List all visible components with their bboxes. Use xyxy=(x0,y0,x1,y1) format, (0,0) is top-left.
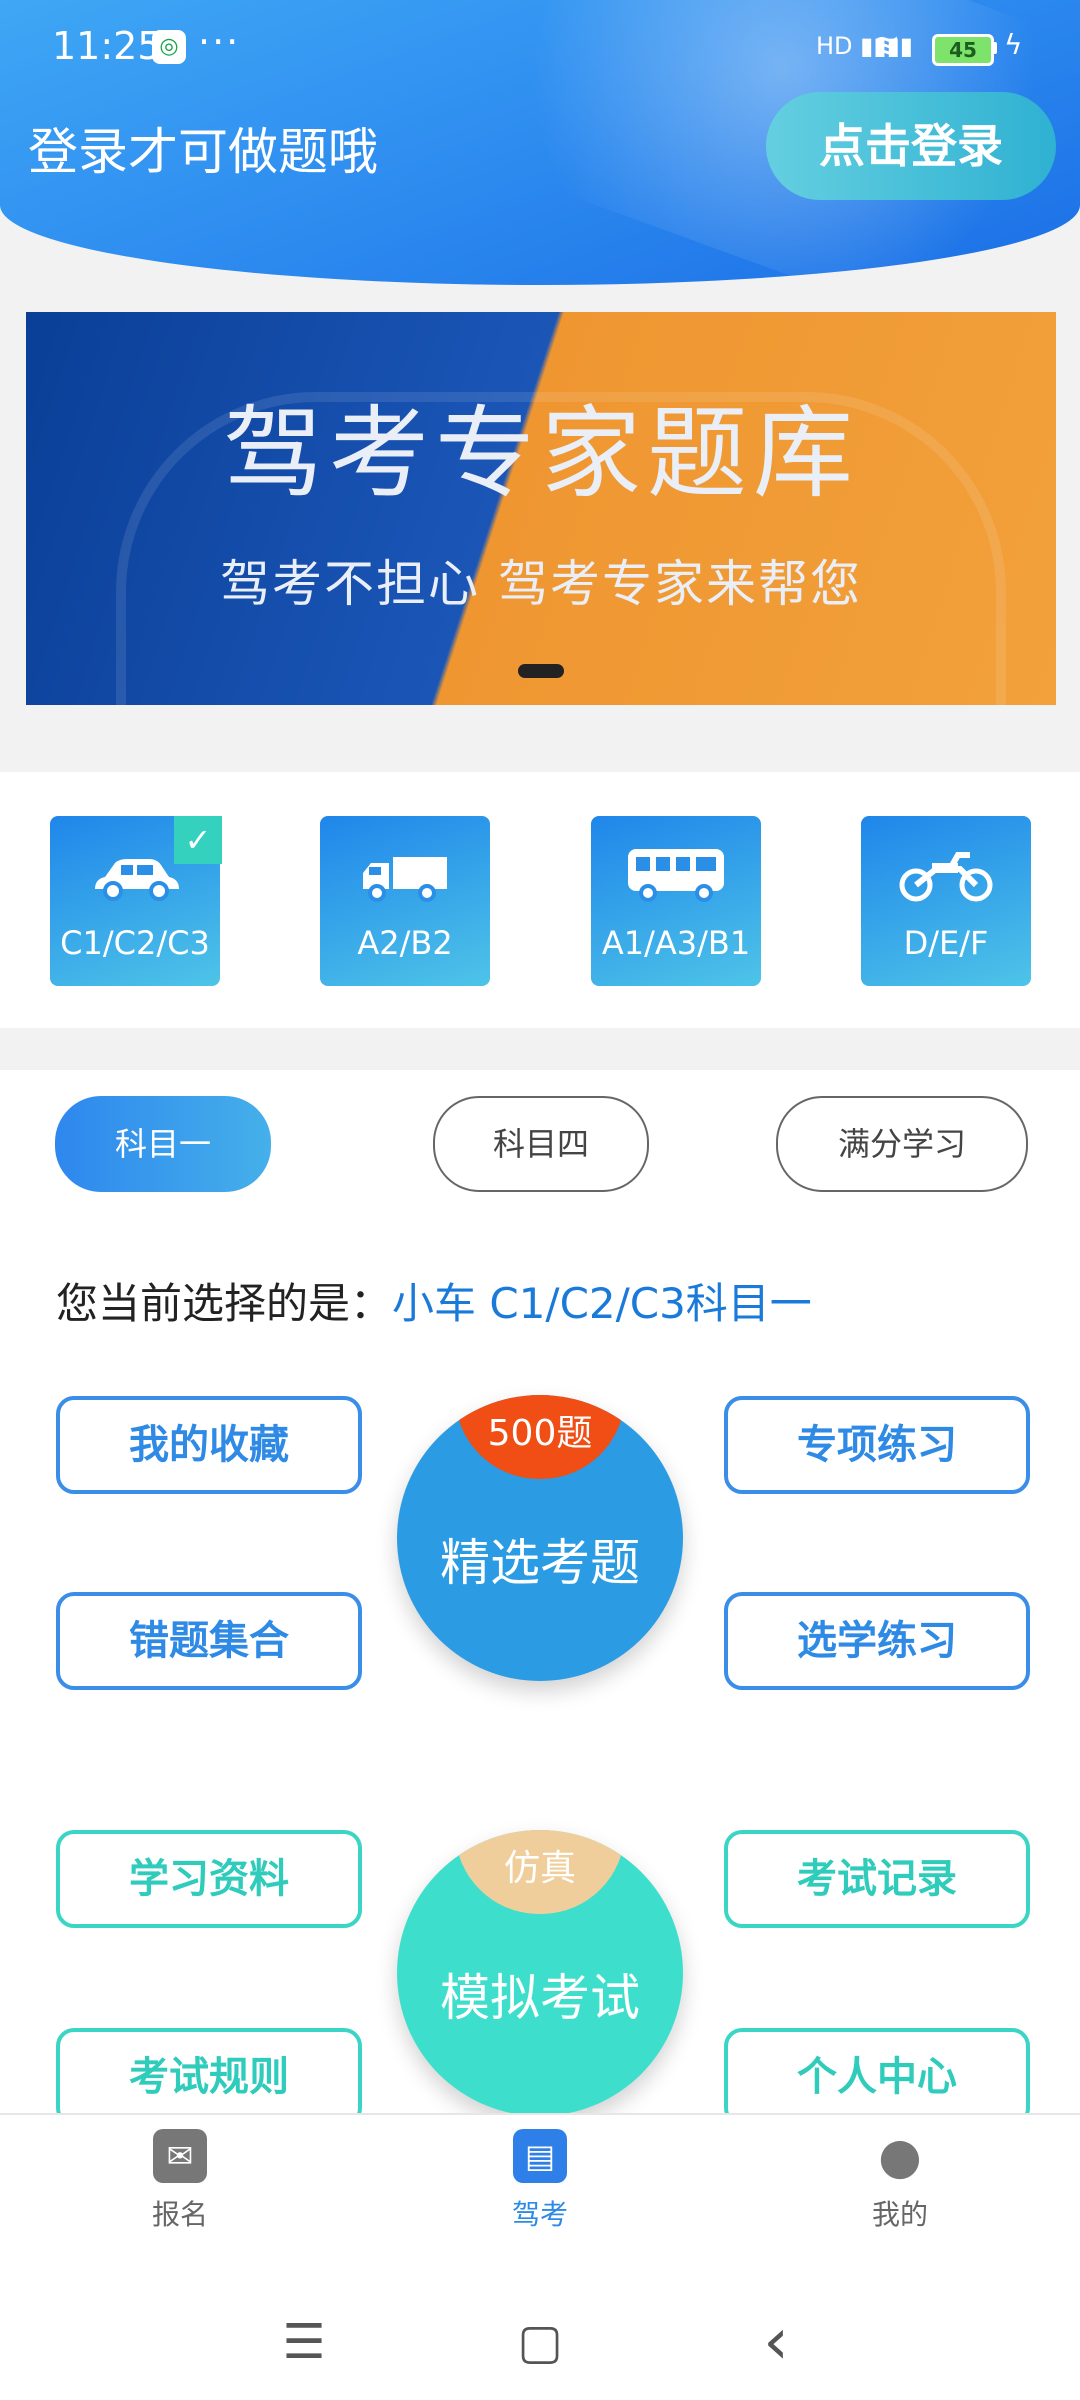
system-nav-bar: ☰ ▢ ‹ xyxy=(0,2283,1080,2400)
vehicle-label: A1/A3/B1 xyxy=(601,924,751,962)
current-selection-prefix: 您当前选择的是： xyxy=(56,1279,393,1328)
tab-subject-four[interactable]: 科目四 xyxy=(433,1096,649,1192)
charging-icon: ϟ xyxy=(1004,28,1023,61)
exam-records-button[interactable]: 考试记录 xyxy=(724,1830,1030,1928)
header: 11:25 ◎ ··· HD ▮▮▮▮ ≋ 45 ϟ 登录才可做题哦 点击登录 xyxy=(0,0,1080,285)
special-practice-button[interactable]: 专项练习 xyxy=(724,1396,1030,1494)
nav-label: 我的 xyxy=(871,2198,928,2231)
nav-driving-test[interactable]: ▤ 驾考 xyxy=(440,2129,640,2233)
back-button[interactable]: ‹ xyxy=(736,2307,816,2377)
selective-practice-button[interactable]: 选学练习 xyxy=(724,1592,1030,1690)
truck-icon xyxy=(320,846,490,916)
license-card-icon: ▤ xyxy=(513,2129,567,2183)
mock-exam-label: 模拟考试 xyxy=(440,1969,640,2027)
current-selection-value: 小车 C1/C2/C3科目一 xyxy=(392,1279,812,1328)
selected-questions-label: 精选考题 xyxy=(440,1534,640,1592)
banner-carousel[interactable]: 驾考专家题库 驾考不担心 驾考专家来帮您 xyxy=(26,312,1056,705)
bottom-nav: ✉ 报名 ▤ 驾考 ● 我的 xyxy=(0,2113,1080,2285)
vehicle-label: C1/C2/C3 xyxy=(60,924,210,962)
nav-mine[interactable]: ● 我的 xyxy=(800,2129,1000,2233)
exam-rules-button[interactable]: 考试规则 xyxy=(56,2028,362,2126)
selected-questions-button[interactable]: 500题 精选考题 xyxy=(397,1395,683,1681)
vehicle-c1-c2-c3[interactable]: C1/C2/C3 ✓ xyxy=(50,816,222,986)
battery-tip xyxy=(992,42,997,54)
user-icon: ● xyxy=(878,2127,922,2185)
battery-icon: 45 xyxy=(932,34,994,66)
home-button[interactable]: ▢ xyxy=(500,2307,580,2377)
recent-apps-button[interactable]: ☰ xyxy=(264,2307,344,2377)
nav-label: 驾考 xyxy=(511,2198,568,2231)
login-hint: 登录才可做题哦 xyxy=(28,123,378,181)
selected-check-icon: ✓ xyxy=(174,816,222,864)
notification-app-icon: ◎ xyxy=(152,30,186,64)
banner-subtitle: 驾考不担心 驾考专家来帮您 xyxy=(220,555,862,613)
simulation-badge: 仿真 xyxy=(455,1830,625,1914)
subject-section: 科目一 科目四 满分学习 您当前选择的是：小车 C1/C2/C3科目一 我的收藏… xyxy=(0,1070,1080,2126)
motorcycle-icon xyxy=(861,846,1031,916)
nav-label: 报名 xyxy=(151,2198,208,2231)
vehicle-type-selector: C1/C2/C3 ✓ A2/B2 A1/A3/B1 D/E/F xyxy=(0,772,1080,1028)
login-button[interactable]: 点击登录 xyxy=(766,92,1056,200)
question-count-badge: 500题 xyxy=(455,1395,625,1479)
tab-full-score-study[interactable]: 满分学习 xyxy=(776,1096,1028,1192)
study-materials-button[interactable]: 学习资料 xyxy=(56,1830,362,1928)
vehicle-a1-a3-b1[interactable]: A1/A3/B1 xyxy=(591,816,761,986)
nav-register[interactable]: ✉ 报名 xyxy=(80,2129,280,2233)
status-bar: 11:25 ◎ ··· HD ▮▮▮▮ ≋ 45 ϟ xyxy=(0,0,1080,96)
current-selection: 您当前选择的是：小车 C1/C2/C3科目一 xyxy=(56,1270,812,1331)
status-time: 11:25 xyxy=(52,24,162,68)
vehicle-d-e-f[interactable]: D/E/F xyxy=(861,816,1031,986)
vehicle-label: A2/B2 xyxy=(357,924,453,962)
tab-subject-one[interactable]: 科目一 xyxy=(55,1096,271,1192)
vehicle-a2-b2[interactable]: A2/B2 xyxy=(320,816,490,986)
wifi-icon: ≋ xyxy=(872,26,901,66)
my-favorites-button[interactable]: 我的收藏 xyxy=(56,1396,362,1494)
carousel-indicator xyxy=(518,664,564,678)
status-more-dots: ··· xyxy=(198,20,241,64)
personal-center-button[interactable]: 个人中心 xyxy=(724,2028,1030,2126)
banner-title: 驾考专家题库 xyxy=(223,395,859,512)
wrong-questions-button[interactable]: 错题集合 xyxy=(56,1592,362,1690)
bus-icon xyxy=(591,846,761,916)
vehicle-label: D/E/F xyxy=(903,924,989,962)
register-icon: ✉ xyxy=(153,2129,207,2183)
mock-exam-button[interactable]: 仿真 模拟考试 xyxy=(397,1830,683,2116)
